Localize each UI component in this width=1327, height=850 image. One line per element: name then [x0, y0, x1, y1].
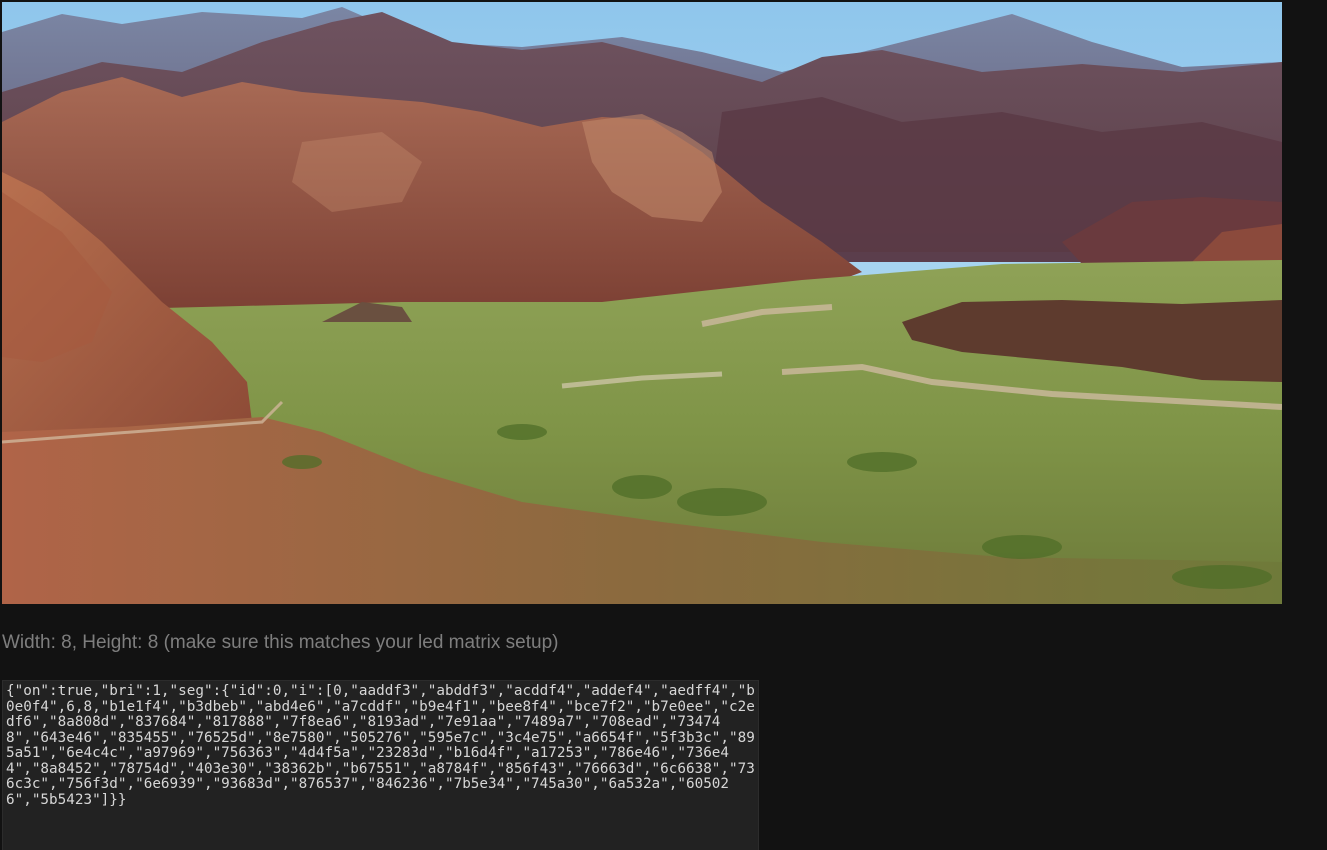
page: Width: 8, Height: 8 (make sure this matc…	[0, 0, 1327, 850]
page-background-strip	[1282, 0, 1327, 850]
landscape-photo	[2, 2, 1282, 604]
json-output-box[interactable]: {"on":true,"bri":1,"seg":{"id":0,"i":[0,…	[2, 680, 759, 850]
json-output-text[interactable]: {"on":true,"bri":1,"seg":{"id":0,"i":[0,…	[6, 683, 755, 808]
matrix-dimensions-text: Width: 8, Height: 8 (make sure this matc…	[2, 632, 559, 653]
